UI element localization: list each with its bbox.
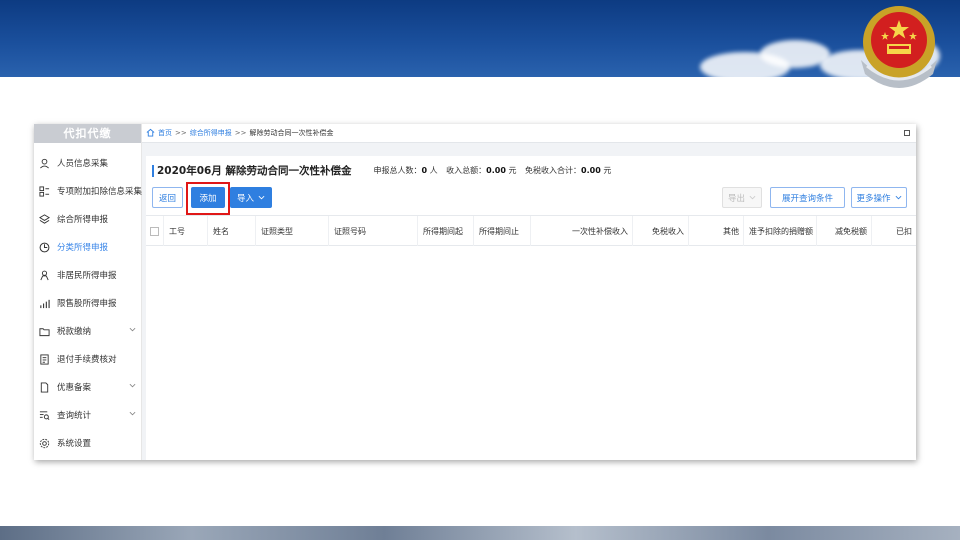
sidebar-item-label: 查询统计: [57, 411, 92, 421]
sidebar-item-label: 退付手续费核对: [57, 355, 117, 365]
file-icon: [37, 381, 51, 393]
page-title: 2020年06月 解除劳动合同一次性补偿金: [157, 165, 352, 177]
sidebar-item-refund-fee[interactable]: 退付手续费核对: [34, 349, 142, 369]
chevron-down-icon: [129, 410, 136, 420]
column-header[interactable]: 所得期间起: [418, 216, 474, 247]
table-body: [146, 246, 916, 460]
sidebar-item-label: 综合所得申报: [57, 215, 109, 225]
income-total-value: 0.00: [486, 166, 506, 175]
sidebar-item-label: 限售股所得申报: [57, 299, 117, 309]
main-content: 首页 >> 综合所得申报 >> 解除劳动合同一次性补偿金 2020年06月 解除…: [142, 124, 916, 460]
sidebar-item-nonresident[interactable]: 非居民所得申报: [34, 265, 142, 285]
chevron-down-icon: [129, 382, 136, 392]
chevron-down-icon: [749, 194, 756, 201]
import-button[interactable]: 导入: [230, 187, 272, 208]
select-all-cell: [146, 216, 164, 247]
export-button-label: 导出: [727, 193, 745, 204]
column-header[interactable]: 准予扣除的捐赠额: [744, 216, 817, 247]
column-header[interactable]: 所得期间止: [474, 216, 531, 247]
document-icon: [37, 353, 51, 365]
title-accent-bar: [152, 164, 154, 177]
breadcrumb-current: 解除劳动合同一次性补偿金: [249, 129, 334, 137]
breadcrumb-home[interactable]: 首页: [158, 128, 172, 138]
user-icon: [37, 158, 51, 169]
income-total-unit: 元: [508, 166, 517, 175]
bar-chart-icon: [37, 298, 51, 309]
income-total-label: 收入总额：: [446, 166, 487, 175]
column-header[interactable]: 一次性补偿收入: [531, 216, 633, 247]
people-count-unit: 人: [429, 166, 438, 175]
more-ops-label: 更多操作: [856, 193, 891, 204]
chevron-down-icon: [258, 194, 265, 201]
sidebar-item-personnel[interactable]: 人员信息采集: [34, 153, 142, 173]
more-ops-button[interactable]: 更多操作: [851, 187, 907, 208]
header-banner: [0, 0, 960, 77]
sidebar-item-comprehensive[interactable]: 综合所得申报: [34, 209, 142, 229]
sidebar: 代扣代缴 人员信息采集 专项附加扣除信息采集 综合所得申报 分类所得申报 非居民…: [34, 124, 142, 460]
pie-clock-icon: [37, 242, 51, 253]
breadcrumb: 首页 >> 综合所得申报 >> 解除劳动合同一次性补偿金: [142, 124, 916, 143]
sidebar-item-label: 人员信息采集: [57, 159, 109, 169]
column-header[interactable]: 已扣: [872, 216, 916, 247]
column-header[interactable]: 证照号码: [329, 216, 418, 247]
sidebar-item-special-deduction[interactable]: 专项附加扣除信息采集: [34, 181, 142, 201]
sidebar-item-tax-payment[interactable]: 税款缴纳: [34, 321, 142, 341]
highlight-box: [186, 182, 230, 215]
chevron-down-icon: [129, 326, 136, 336]
chevron-down-icon: [895, 194, 902, 201]
sidebar-item-settings[interactable]: 系统设置: [34, 433, 142, 453]
sidebar-title: 代扣代缴: [34, 124, 141, 143]
sidebar-item-restricted-shares[interactable]: 限售股所得申报: [34, 293, 142, 313]
person-icon: [37, 270, 51, 281]
sidebar-item-classified[interactable]: 分类所得申报: [34, 237, 142, 257]
column-header[interactable]: 姓名: [208, 216, 256, 247]
back-button[interactable]: 返回: [152, 187, 183, 208]
content-panel: 2020年06月 解除劳动合同一次性补偿金 申报总人数：0 人 收入总额：0.0…: [146, 156, 916, 460]
footer-strip: [0, 526, 960, 540]
breadcrumb-comprehensive[interactable]: 综合所得申报: [190, 128, 232, 138]
national-emblem-icon: [861, 6, 937, 88]
people-count-value: 0: [421, 166, 428, 175]
grid-list-icon: [37, 185, 51, 197]
sidebar-item-label: 系统设置: [57, 439, 92, 449]
sidebar-item-query-stats[interactable]: 查询统计: [34, 405, 142, 425]
taxfree-total-label: 免税收入合计：: [525, 166, 582, 175]
taxfree-total-unit: 元: [603, 166, 612, 175]
select-all-checkbox[interactable]: [150, 227, 159, 236]
gear-icon: [37, 438, 51, 449]
column-header[interactable]: 减免税额: [817, 216, 872, 247]
maximize-icon[interactable]: [904, 130, 910, 136]
sidebar-item-preferential[interactable]: 优惠备案: [34, 377, 142, 397]
sidebar-item-label: 税款缴纳: [57, 327, 92, 337]
column-header[interactable]: 证照类型: [256, 216, 329, 247]
taxfree-total-value: 0.00: [581, 166, 601, 175]
sidebar-item-label: 非居民所得申报: [57, 271, 117, 281]
search-list-icon: [37, 410, 51, 421]
column-header[interactable]: 免税收入: [633, 216, 689, 247]
table-header: 工号 姓名 证照类型 证照号码 所得期间起 所得期间止 一次性补偿收入 免税收入…: [146, 215, 916, 247]
expand-query-button[interactable]: 展开查询条件: [770, 187, 845, 208]
summary-stats: 申报总人数：0 人 收入总额：0.00 元 免税收入合计：0.00 元: [374, 165, 612, 176]
breadcrumb-separator: >>: [175, 129, 187, 137]
folder-icon: [37, 326, 51, 337]
layers-icon: [37, 213, 51, 225]
app-window: 代扣代缴 人员信息采集 专项附加扣除信息采集 综合所得申报 分类所得申报 非居民…: [34, 124, 916, 460]
export-button[interactable]: 导出: [722, 187, 762, 208]
sidebar-item-label: 专项附加扣除信息采集: [57, 187, 143, 197]
title-row: 2020年06月 解除劳动合同一次性补偿金 申报总人数：0 人 收入总额：0.0…: [152, 163, 611, 178]
column-header[interactable]: 工号: [164, 216, 208, 247]
column-header[interactable]: 其他: [689, 216, 744, 247]
sidebar-item-label: 优惠备案: [57, 383, 92, 393]
sidebar-item-label: 分类所得申报: [57, 243, 109, 253]
home-icon[interactable]: [146, 128, 155, 139]
import-button-label: 导入: [236, 193, 254, 204]
breadcrumb-separator: >>: [234, 129, 247, 137]
people-count-label: 申报总人数：: [373, 166, 422, 175]
